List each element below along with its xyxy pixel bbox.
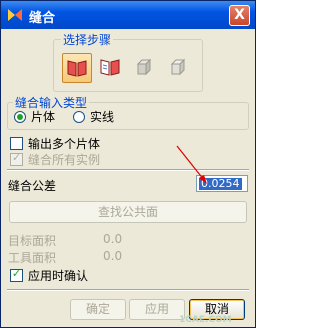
confirm-on-apply-checkbox[interactable]: ✓ (10, 267, 23, 282)
title-bar[interactable]: 缝合 X (1, 1, 255, 29)
find-common-faces-button[interactable]: 查找公共面 (9, 201, 247, 223)
close-button[interactable]: X (229, 5, 250, 26)
step-tool-sheet-button[interactable] (96, 53, 126, 83)
stitch-all-instances-checkbox[interactable]: ✓ (10, 151, 23, 166)
checkmark-icon: ✓ (11, 267, 22, 280)
target-area-label: 目标面积 (8, 234, 57, 248)
target-sheet-body-icon (67, 60, 87, 77)
ok-button[interactable]: 确定 (70, 299, 126, 320)
separator (7, 289, 249, 291)
annotation-arrow-icon (176, 145, 207, 184)
confirm-on-apply-label[interactable]: 应用时确认 (28, 267, 88, 284)
selected-dot (17, 114, 23, 120)
sew-dialog: 缝合 X 选择步骤 缝合输入类型 片体 实线 输出多个片体 ✓ 缝合所有实例 缝… (0, 0, 256, 328)
window-title: 缝合 (29, 11, 56, 26)
tool-area-value: 0.0 (103, 249, 123, 263)
steps-legend: 选择步骤 (61, 31, 114, 48)
tolerance-label: 缝合公差 (8, 179, 57, 193)
step-target-sheet-button[interactable] (62, 53, 92, 83)
tool-face-icon (170, 58, 186, 76)
watermark: 1CAE.COM (179, 315, 232, 325)
step-tool-face-button[interactable] (164, 53, 194, 83)
target-area-value: 0.0 (103, 232, 123, 246)
tool-sheet-body-icon (100, 59, 120, 76)
app-icon (7, 7, 23, 23)
step-target-face-button[interactable] (130, 53, 160, 83)
checkmark-icon: ✓ (11, 151, 22, 164)
stitch-all-instances-label: 缝合所有实例 (28, 153, 101, 167)
sheet-body-radio[interactable] (14, 111, 26, 123)
target-face-icon (136, 58, 152, 76)
output-multiple-label[interactable]: 输出多个片体 (28, 135, 100, 152)
output-multiple-checkbox[interactable] (10, 137, 23, 150)
tool-area-label: 工具面积 (8, 251, 57, 265)
sheet-body-label[interactable]: 片体 (31, 108, 55, 125)
solid-radio[interactable] (73, 111, 85, 123)
close-icon: X (234, 7, 245, 23)
solid-label[interactable]: 实线 (90, 108, 114, 125)
apply-button[interactable]: 应用 (129, 299, 185, 320)
